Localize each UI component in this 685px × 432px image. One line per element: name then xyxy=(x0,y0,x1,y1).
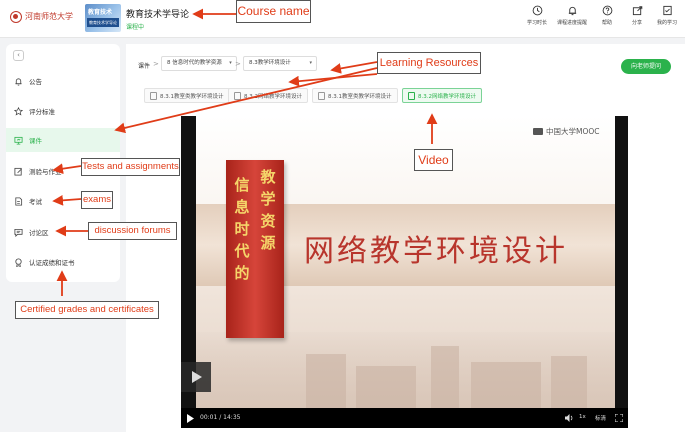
video-controls: 00:01 / 14:35 1x 标清 xyxy=(181,408,628,428)
tool-progress-reminder-label: 课程进度提醒 xyxy=(556,20,587,26)
resource-tab[interactable]: 8.3.1教室类教学环境设计 xyxy=(144,88,230,103)
chapter-dropdown[interactable]: 8 信息时代的教学资源 ▾ xyxy=(161,56,237,71)
sidebar-collapse-button[interactable]: ‹ xyxy=(13,50,24,61)
video-time: 00:01 / 14:35 xyxy=(200,414,240,421)
sidebar-item-label: 考试 xyxy=(29,198,42,206)
resource-tab-label: 8.3.2网络教学环境设计 xyxy=(418,93,476,100)
chapter-dropdown-value: 8 信息时代的教学资源 xyxy=(167,60,222,66)
bell-icon xyxy=(15,77,22,86)
help-icon xyxy=(602,5,612,16)
mooc-watermark-text: 中国大学MOOC xyxy=(546,127,600,136)
breadcrumb-separator: > xyxy=(235,60,241,68)
resource-tab[interactable]: 8.3.2网络教学环境设计 xyxy=(228,88,308,103)
volume-icon[interactable] xyxy=(565,414,574,422)
total-time: 14:35 xyxy=(223,414,241,421)
annotation-exams: exams xyxy=(81,191,113,209)
sidebar-item-label: 认证成绩和证书 xyxy=(29,259,75,267)
annotation-video: Video xyxy=(414,149,453,171)
sidebar-item-courseware[interactable]: 课件 xyxy=(6,128,120,152)
annotation-certified-grades: Certified grades and certificates xyxy=(15,301,159,319)
video-player[interactable]: 中国大学MOOC 信息时代的 教学资源 网络教学环境设计 00:01 / 14:… xyxy=(181,116,628,428)
chevron-down-icon: ▾ xyxy=(229,60,232,66)
university-name: 河南师范大学 xyxy=(25,12,73,21)
play-icon xyxy=(192,371,202,383)
banner-text-left: 信息时代的 xyxy=(234,176,250,282)
tool-share[interactable]: 分享 xyxy=(625,5,649,33)
share-icon xyxy=(632,6,642,16)
sidebar-item-announcements[interactable]: 公告 xyxy=(6,69,120,93)
mooc-watermark: 中国大学MOOC xyxy=(533,126,600,137)
header-bar: 河南师范大学 教育技术 教育技术学导论 教育技术学导论 课程中 学习时长 课程进… xyxy=(0,0,685,38)
sidebar-item-label: 评分标准 xyxy=(29,108,55,116)
star-icon xyxy=(14,106,23,115)
courseware-icon xyxy=(14,136,23,144)
checklist-icon xyxy=(662,5,672,16)
document-icon xyxy=(150,91,157,100)
resource-tab-active[interactable]: 8.3.2网络教学环境设计 xyxy=(402,88,482,103)
tool-study-time[interactable]: 学习时长 xyxy=(525,5,549,33)
section-dropdown-value: 8.3教学环境设计 xyxy=(249,60,291,66)
tool-progress-reminder[interactable]: 课程进度提醒 xyxy=(555,5,589,33)
video-file-icon xyxy=(318,91,325,100)
tool-help[interactable]: 帮助 xyxy=(595,5,619,33)
edit-icon xyxy=(14,167,22,176)
sidebar-item-label: 测验与作业 xyxy=(29,168,62,176)
resource-tab-label: 8.3.1教室类教学环境设计 xyxy=(160,93,224,100)
annotation-course-name: Course name xyxy=(236,0,311,23)
sidebar-item-label: 课件 xyxy=(29,137,42,145)
header-tools: 学习时长 课程进度提醒 帮助 分享 我的学习 xyxy=(525,5,679,33)
certificate-icon xyxy=(15,257,22,267)
chat-icon xyxy=(14,228,23,237)
exam-icon xyxy=(15,196,23,206)
time-separator: / xyxy=(219,414,222,421)
sidebar-item-grading[interactable]: 评分标准 xyxy=(6,99,120,123)
main-content: 课件 > 8 信息时代的教学资源 ▾ > 8.3教学环境设计 ▾ 向老师提问 8… xyxy=(126,44,685,432)
slide-title: 网络教学环境设计 xyxy=(304,234,568,269)
university-logo[interactable]: 河南师范大学 xyxy=(10,10,88,26)
tool-share-label: 分享 xyxy=(631,20,642,26)
mooc-logo-icon xyxy=(533,128,543,135)
resource-tab[interactable]: 8.3.1教室类教学环境设计 xyxy=(312,88,398,103)
resource-tab-label: 8.3.1教室类教学环境设计 xyxy=(328,93,392,100)
tool-help-label: 帮助 xyxy=(601,20,612,26)
course-title[interactable]: 教育技术学导论 xyxy=(126,7,189,20)
ask-teacher-button[interactable]: 向老师提问 xyxy=(621,59,671,74)
annotation-tests-assignments: Tests and assignments xyxy=(81,158,180,176)
resource-tab-label: 8.3.2网络教学环境设计 xyxy=(244,93,302,100)
video-file-icon xyxy=(408,91,415,100)
course-thumbnail-title: 教育技术 xyxy=(88,9,113,16)
course-thumbnail-subtitle: 教育技术学导论 xyxy=(87,18,119,27)
side-play-button[interactable] xyxy=(181,362,211,392)
speed-button[interactable]: 1x xyxy=(579,414,586,420)
sidebar-item-certificates[interactable]: 认证成绩和证书 xyxy=(6,250,120,274)
document-icon xyxy=(234,91,241,100)
tool-my-learning-label: 我的学习 xyxy=(656,20,677,26)
chevron-down-icon: ▾ xyxy=(309,60,312,66)
fullscreen-icon[interactable] xyxy=(615,414,623,422)
play-icon[interactable] xyxy=(186,414,194,423)
bell-lock-icon xyxy=(568,6,576,16)
sidebar-item-label: 公告 xyxy=(29,78,42,86)
current-time: 00:01 xyxy=(200,414,218,421)
course-status: 课程中 xyxy=(126,24,145,31)
campus-skyline-image xyxy=(196,332,615,408)
annotation-discussion-forums: discussion forums xyxy=(88,222,177,240)
banner-text-right: 教学资源 xyxy=(260,168,276,252)
course-thumbnail[interactable]: 教育技术 教育技术学导论 xyxy=(85,4,121,32)
quality-button[interactable]: 标清 xyxy=(595,414,606,422)
breadcrumb-root: 课件 xyxy=(138,63,151,70)
tool-my-learning[interactable]: 我的学习 xyxy=(655,5,679,33)
slide-banner: 信息时代的 教学资源 xyxy=(226,160,284,338)
sidebar-item-label: 讨论区 xyxy=(29,229,49,237)
breadcrumb-separator: > xyxy=(153,60,159,68)
university-seal-icon xyxy=(10,11,22,23)
section-dropdown[interactable]: 8.3教学环境设计 ▾ xyxy=(243,56,317,71)
clock-icon xyxy=(532,5,542,16)
video-frame: 中国大学MOOC 信息时代的 教学资源 网络教学环境设计 xyxy=(196,116,615,408)
tool-study-time-label: 学习时长 xyxy=(526,20,547,26)
annotation-learning-resources: Learning Resources xyxy=(377,52,481,74)
